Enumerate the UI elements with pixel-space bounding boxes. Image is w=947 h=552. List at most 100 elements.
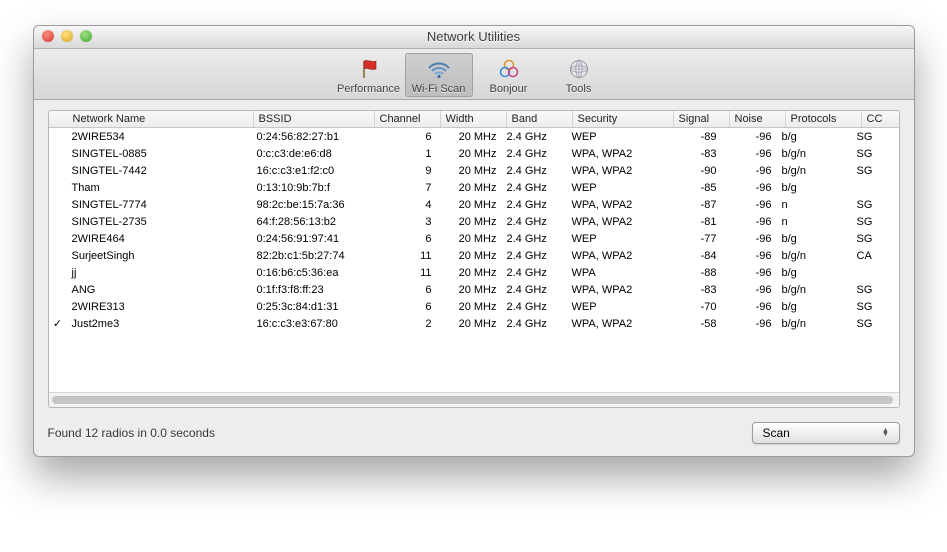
cell-width: 20 MHz [437, 216, 502, 228]
traffic-lights [42, 30, 92, 42]
cell-width: 20 MHz [437, 148, 502, 160]
cell-protocols: n [777, 216, 852, 228]
tab-bonjour[interactable]: Bonjour [475, 53, 543, 97]
table-row[interactable]: 2WIRE3130:25:3c:84:d1:31620 MHz2.4 GHzWE… [49, 298, 899, 315]
cell-security: WPA, WPA2 [567, 250, 667, 262]
zoom-button[interactable] [80, 30, 92, 42]
cell-noise: -96 [722, 284, 777, 296]
cell-band: 2.4 GHz [502, 199, 567, 211]
scan-button[interactable]: Scan ▲▼ [752, 422, 900, 444]
footer: Found 12 radios in 0.0 seconds Scan ▲▼ [34, 416, 914, 456]
tab-performance[interactable]: Performance [335, 53, 403, 97]
cell-network-name: 2WIRE313 [67, 301, 252, 313]
cell-channel: 11 [372, 250, 437, 262]
cell-width: 20 MHz [437, 199, 502, 211]
column-signal[interactable]: Signal [674, 111, 730, 127]
cell-bssid: 98:2c:be:15:7a:36 [252, 199, 372, 211]
table-row[interactable]: SINGTEL-273564:f:28:56:13:b2320 MHz2.4 G… [49, 213, 899, 230]
cell-signal: -88 [667, 267, 722, 279]
network-table: Network Name BSSID Channel Width Band Se… [48, 110, 900, 408]
column-security[interactable]: Security [573, 111, 674, 127]
cell-width: 20 MHz [437, 165, 502, 177]
cell-network-name: SINGTEL-7442 [67, 165, 252, 177]
tab-label: Performance [337, 83, 400, 95]
cell-network-name: SINGTEL-2735 [67, 216, 252, 228]
cell-bssid: 82:2b:c1:5b:27:74 [252, 250, 372, 262]
scrollbar-thumb[interactable] [52, 396, 893, 404]
cell-security: WEP [567, 182, 667, 194]
cell-band: 2.4 GHz [502, 284, 567, 296]
flag-icon [355, 56, 383, 82]
table-row[interactable]: 2WIRE5340:24:56:82:27:b1620 MHz2.4 GHzWE… [49, 128, 899, 145]
tab-tools[interactable]: Tools [545, 53, 613, 97]
cell-bssid: 0:24:56:91:97:41 [252, 233, 372, 245]
cell-signal: -83 [667, 148, 722, 160]
column-cc[interactable]: CC [862, 111, 900, 127]
cell-channel: 1 [372, 148, 437, 160]
minimize-button[interactable] [61, 30, 73, 42]
column-width[interactable]: Width [441, 111, 507, 127]
cell-bssid: 64:f:28:56:13:b2 [252, 216, 372, 228]
table-row[interactable]: SINGTEL-744216:c:c3:e1:f2:c0920 MHz2.4 G… [49, 162, 899, 179]
tab-wifi-scan[interactable]: Wi-Fi Scan [405, 53, 473, 97]
column-protocols[interactable]: Protocols [786, 111, 862, 127]
tab-label: Wi-Fi Scan [412, 83, 466, 95]
horizontal-scrollbar[interactable] [49, 392, 899, 407]
cell-signal: -81 [667, 216, 722, 228]
cell-security: WPA, WPA2 [567, 165, 667, 177]
cell-channel: 11 [372, 267, 437, 279]
cell-noise: -96 [722, 216, 777, 228]
cell-noise: -96 [722, 233, 777, 245]
cell-channel: 6 [372, 131, 437, 143]
cell-bssid: 0:13:10:9b:7b:f [252, 182, 372, 194]
cell-signal: -58 [667, 318, 722, 330]
table-row[interactable]: jj0:16:b6:c5:36:ea1120 MHz2.4 GHzWPA-88-… [49, 264, 899, 281]
cell-security: WPA, WPA2 [567, 199, 667, 211]
toolbar: Performance Wi-Fi Scan Bonj [34, 49, 914, 100]
cell-bssid: 0:c:c3:de:e6:d8 [252, 148, 372, 160]
wifi-icon [425, 56, 453, 82]
cell-signal: -85 [667, 182, 722, 194]
table-row[interactable]: SINGTEL-777498:2c:be:15:7a:36420 MHz2.4 … [49, 196, 899, 213]
column-band[interactable]: Band [507, 111, 573, 127]
column-noise[interactable]: Noise [730, 111, 786, 127]
column-bssid[interactable]: BSSID [254, 111, 375, 127]
cell-network-name: SINGTEL-0885 [67, 148, 252, 160]
cell-band: 2.4 GHz [502, 131, 567, 143]
table-row[interactable]: ANG0:1f:f3:f8:ff:23620 MHz2.4 GHzWPA, WP… [49, 281, 899, 298]
table-row[interactable]: SurjeetSingh82:2b:c1:5b:27:741120 MHz2.4… [49, 247, 899, 264]
connected-check: ✓ [49, 317, 67, 330]
cell-security: WEP [567, 301, 667, 313]
cell-noise: -96 [722, 148, 777, 160]
titlebar: Network Utilities [34, 26, 914, 49]
cell-band: 2.4 GHz [502, 267, 567, 279]
cell-bssid: 16:c:c3:e1:f2:c0 [252, 165, 372, 177]
cell-protocols: b/g/n [777, 250, 852, 262]
cell-channel: 4 [372, 199, 437, 211]
cell-security: WPA, WPA2 [567, 318, 667, 330]
cell-network-name: SurjeetSingh [67, 250, 252, 262]
cell-protocols: b/g [777, 233, 852, 245]
table-body: 2WIRE5340:24:56:82:27:b1620 MHz2.4 GHzWE… [49, 128, 899, 332]
table-row[interactable]: Tham0:13:10:9b:7b:f720 MHz2.4 GHzWEP-85-… [49, 179, 899, 196]
column-channel[interactable]: Channel [375, 111, 441, 127]
cell-bssid: 0:16:b6:c5:36:ea [252, 267, 372, 279]
cell-cc: SG [852, 301, 898, 313]
cell-protocols: b/g [777, 131, 852, 143]
cell-channel: 3 [372, 216, 437, 228]
cell-noise: -96 [722, 182, 777, 194]
cell-width: 20 MHz [437, 301, 502, 313]
cell-network-name: jj [67, 267, 252, 279]
close-button[interactable] [42, 30, 54, 42]
column-network-name[interactable]: Network Name [68, 111, 254, 127]
cell-bssid: 0:1f:f3:f8:ff:23 [252, 284, 372, 296]
table-row[interactable]: SINGTEL-08850:c:c3:de:e6:d8120 MHz2.4 GH… [49, 145, 899, 162]
table-row[interactable]: 2WIRE4640:24:56:91:97:41620 MHz2.4 GHzWE… [49, 230, 899, 247]
cell-cc: CA [852, 250, 898, 262]
cell-signal: -77 [667, 233, 722, 245]
cell-channel: 2 [372, 318, 437, 330]
table-row[interactable]: ✓Just2me316:c:c3:e3:67:80220 MHz2.4 GHzW… [49, 315, 899, 332]
cell-cc: SG [852, 148, 898, 160]
cell-network-name: Just2me3 [67, 318, 252, 330]
cell-bssid: 0:24:56:82:27:b1 [252, 131, 372, 143]
